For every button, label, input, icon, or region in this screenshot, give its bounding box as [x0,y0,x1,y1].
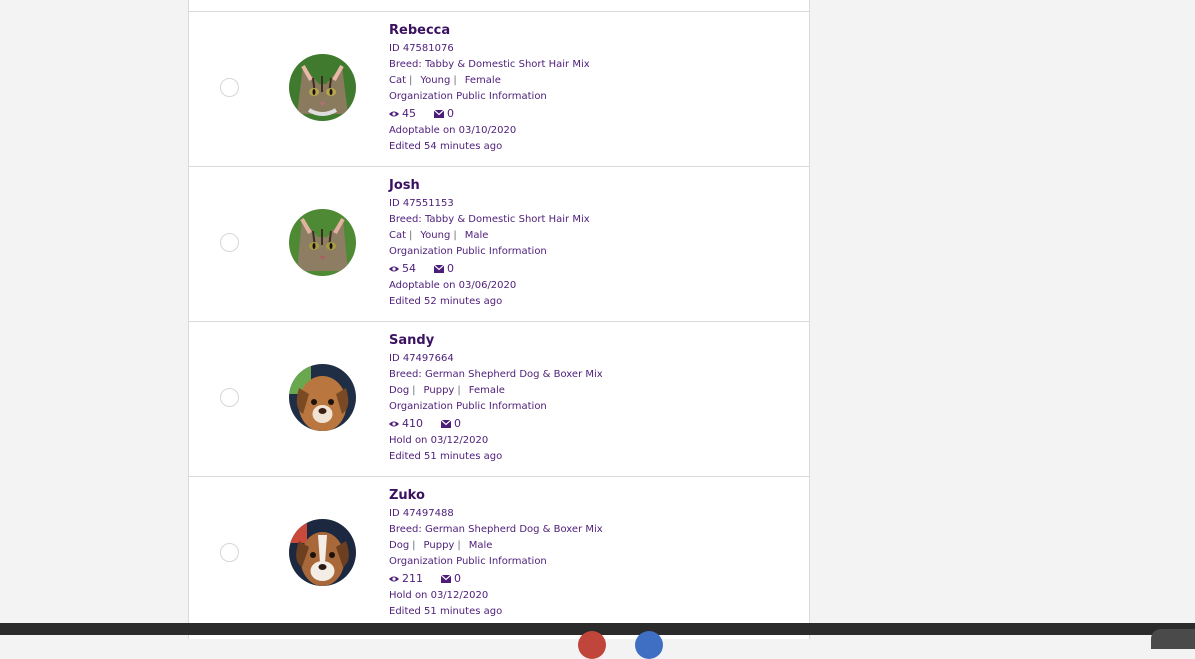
envelope-icon [434,110,444,118]
pet-sex: Male [464,230,489,241]
tray-corner[interactable] [1151,629,1195,649]
pet-name[interactable]: Sandy [389,333,603,351]
pet-info: Sandy ID 47497664 Breed: German Shepherd… [389,333,603,465]
pet-status: Hold on 03/12/2020 [389,435,489,446]
envelope-icon [441,575,451,583]
messages-stat: 0 [441,416,461,432]
pet-photo[interactable] [289,209,356,276]
pet-id: ID 47581076 [389,43,454,54]
pet-species: Cat [389,230,407,241]
pet-name[interactable]: Josh [389,178,590,196]
pet-status: Adoptable on 03/10/2020 [389,125,517,136]
messages-count: 0 [454,572,461,585]
pet-edited: Edited 51 minutes ago [389,451,503,462]
pet-sex: Female [468,385,505,396]
pet-edited: Edited 54 minutes ago [389,141,503,152]
pet-breed: Breed: German Shepherd Dog & Boxer Mix [389,524,603,535]
pet-list: Rebecca ID 47581076 Breed: Tabby & Domes… [188,0,810,639]
pet-tags: Dog | Puppy | Male [389,540,493,551]
pet-sex: Male [468,540,493,551]
pet-status: Hold on 03/12/2020 [389,590,489,601]
messages-count: 0 [447,107,454,120]
eye-icon [389,111,399,117]
views-count: 410 [402,417,423,430]
pet-edited: Edited 52 minutes ago [389,296,503,307]
pet-tags: Dog | Puppy | Female [389,385,505,396]
views-stat: 54 [389,261,416,277]
pet-species: Cat [389,75,407,86]
blue-app-icon[interactable] [635,631,663,659]
pet-status: Adoptable on 03/06/2020 [389,280,517,291]
pet-photo[interactable] [289,519,356,586]
eye-icon [389,421,399,427]
pet-age: Puppy [423,540,455,551]
pet-id: ID 47497664 [389,353,454,364]
pet-id: ID 47497488 [389,508,454,519]
messages-stat: 0 [434,261,454,277]
pet-species: Dog [389,385,410,396]
pet-stats: 410 0 [389,415,603,433]
select-radio[interactable] [220,78,239,97]
messages-stat: 0 [434,106,454,122]
pet-name[interactable]: Rebecca [389,23,590,41]
pet-stats: 211 0 [389,570,603,588]
pet-organization: Organization Public Information [389,246,547,257]
select-radio[interactable] [220,388,239,407]
pet-organization: Organization Public Information [389,91,547,102]
pet-organization: Organization Public Information [389,556,547,567]
pet-photo[interactable] [289,54,356,121]
pet-row[interactable]: Zuko ID 47497488 Breed: German Shepherd … [189,477,809,632]
messages-count: 0 [447,262,454,275]
views-stat: 211 [389,571,423,587]
taskbar [0,623,1195,659]
views-count: 54 [402,262,416,275]
pet-age: Young [420,75,451,86]
pet-info: Josh ID 47551153 Breed: Tabby & Domestic… [389,178,590,310]
eye-icon [389,266,399,272]
messages-stat: 0 [441,571,461,587]
views-count: 211 [402,572,423,585]
envelope-icon [434,265,444,273]
red-app-icon[interactable] [578,631,606,659]
pet-breed: Breed: German Shepherd Dog & Boxer Mix [389,369,603,380]
pet-photo[interactable] [289,364,356,431]
pet-name[interactable]: Zuko [389,488,603,506]
select-radio[interactable] [220,233,239,252]
pet-breed: Breed: Tabby & Domestic Short Hair Mix [389,59,590,70]
select-radio[interactable] [220,543,239,562]
pet-species: Dog [389,540,410,551]
pet-info: Zuko ID 47497488 Breed: German Shepherd … [389,488,603,620]
pet-sex: Female [464,75,501,86]
envelope-icon [441,420,451,428]
views-stat: 45 [389,106,416,122]
pet-tags: Cat | Young | Female [389,75,501,86]
pet-age: Puppy [423,385,455,396]
pet-row[interactable]: Rebecca ID 47581076 Breed: Tabby & Domes… [189,12,809,167]
pet-stats: 45 0 [389,105,590,123]
pet-stats: 54 0 [389,260,590,278]
previous-row-edge [189,0,809,12]
pet-info: Rebecca ID 47581076 Breed: Tabby & Domes… [389,23,590,155]
pet-tags: Cat | Young | Male [389,230,489,241]
messages-count: 0 [454,417,461,430]
pet-organization: Organization Public Information [389,401,547,412]
pet-breed: Breed: Tabby & Domestic Short Hair Mix [389,214,590,225]
pet-edited: Edited 51 minutes ago [389,606,503,617]
views-count: 45 [402,107,416,120]
eye-icon [389,576,399,582]
pet-row[interactable]: Sandy ID 47497664 Breed: German Shepherd… [189,322,809,477]
pet-row[interactable]: Josh ID 47551153 Breed: Tabby & Domestic… [189,167,809,322]
pet-age: Young [420,230,451,241]
views-stat: 410 [389,416,423,432]
pet-id: ID 47551153 [389,198,454,209]
